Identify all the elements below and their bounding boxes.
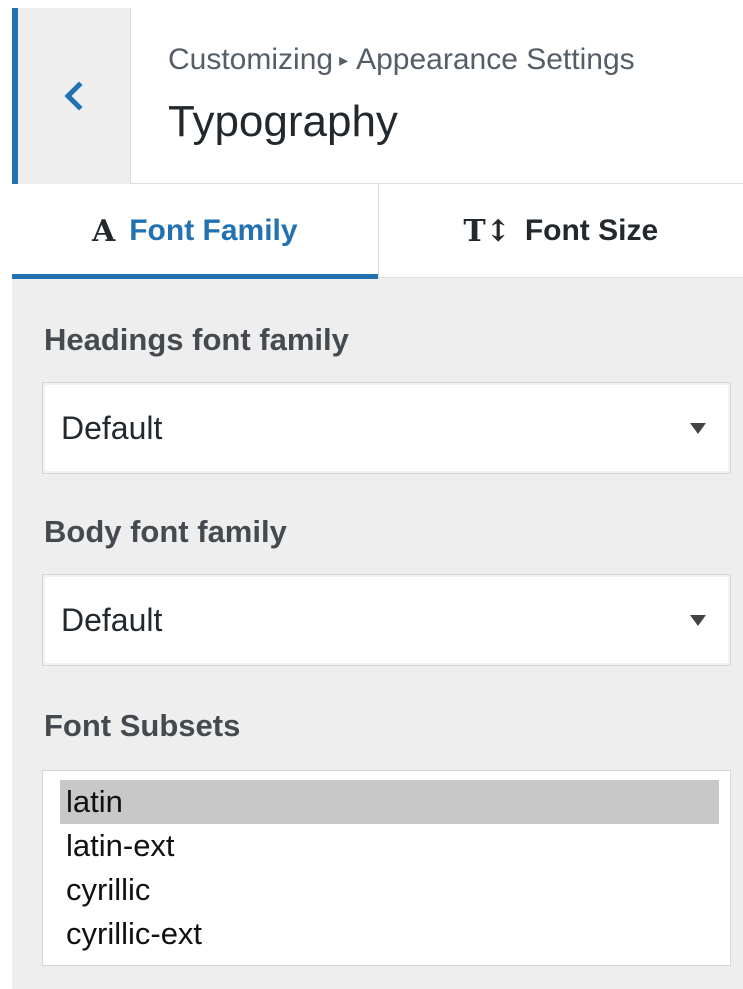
breadcrumb-section: Appearance Settings [356, 43, 635, 76]
subset-option-cyrillic-ext[interactable]: cyrillic-ext [60, 912, 719, 956]
body-font-label: Body font family [44, 514, 287, 549]
dropdown-arrow-icon [690, 615, 706, 626]
page-title: Typography [168, 97, 398, 146]
headings-font-select[interactable]: Default [42, 382, 731, 474]
customizer-panel: Customizing ▸ Appearance Settings Typograp… [12, 8, 743, 989]
body-font-select[interactable]: Default [42, 574, 731, 666]
subset-option-cyrillic[interactable]: cyrillic [60, 868, 719, 912]
tab-font-size[interactable]: T↕ Font Size [377, 184, 743, 278]
tab-bar: A Font Family T↕ Font Size [12, 184, 743, 279]
dropdown-arrow-icon [690, 423, 706, 434]
tab-font-size-label: Font Size [524, 214, 659, 247]
breadcrumb-separator-icon: ▸ [339, 50, 349, 70]
back-button[interactable] [12, 8, 131, 184]
font-family-icon: A [91, 213, 116, 249]
tab-font-family[interactable]: A Font Family [12, 184, 378, 279]
chevron-left-icon [64, 81, 83, 111]
headings-font-label: Headings font family [44, 322, 349, 357]
breadcrumb: Customizing ▸ Appearance Settings [168, 40, 635, 80]
font-subsets-listbox[interactable]: latin latin-ext cyrillic cyrillic-ext [42, 770, 731, 966]
font-size-icon: T↕ [463, 213, 511, 249]
section-header: Customizing ▸ Appearance Settings Typograp… [12, 8, 743, 184]
subset-option-latin-ext[interactable]: latin-ext [60, 824, 719, 868]
body-font-value: Default [61, 601, 163, 638]
headings-font-value: Default [61, 409, 163, 446]
subset-option-latin[interactable]: latin [60, 780, 719, 824]
breadcrumb-root: Customizing [168, 43, 334, 76]
font-subsets-label: Font Subsets [44, 708, 241, 743]
tab-font-family-label: Font Family [129, 214, 298, 247]
